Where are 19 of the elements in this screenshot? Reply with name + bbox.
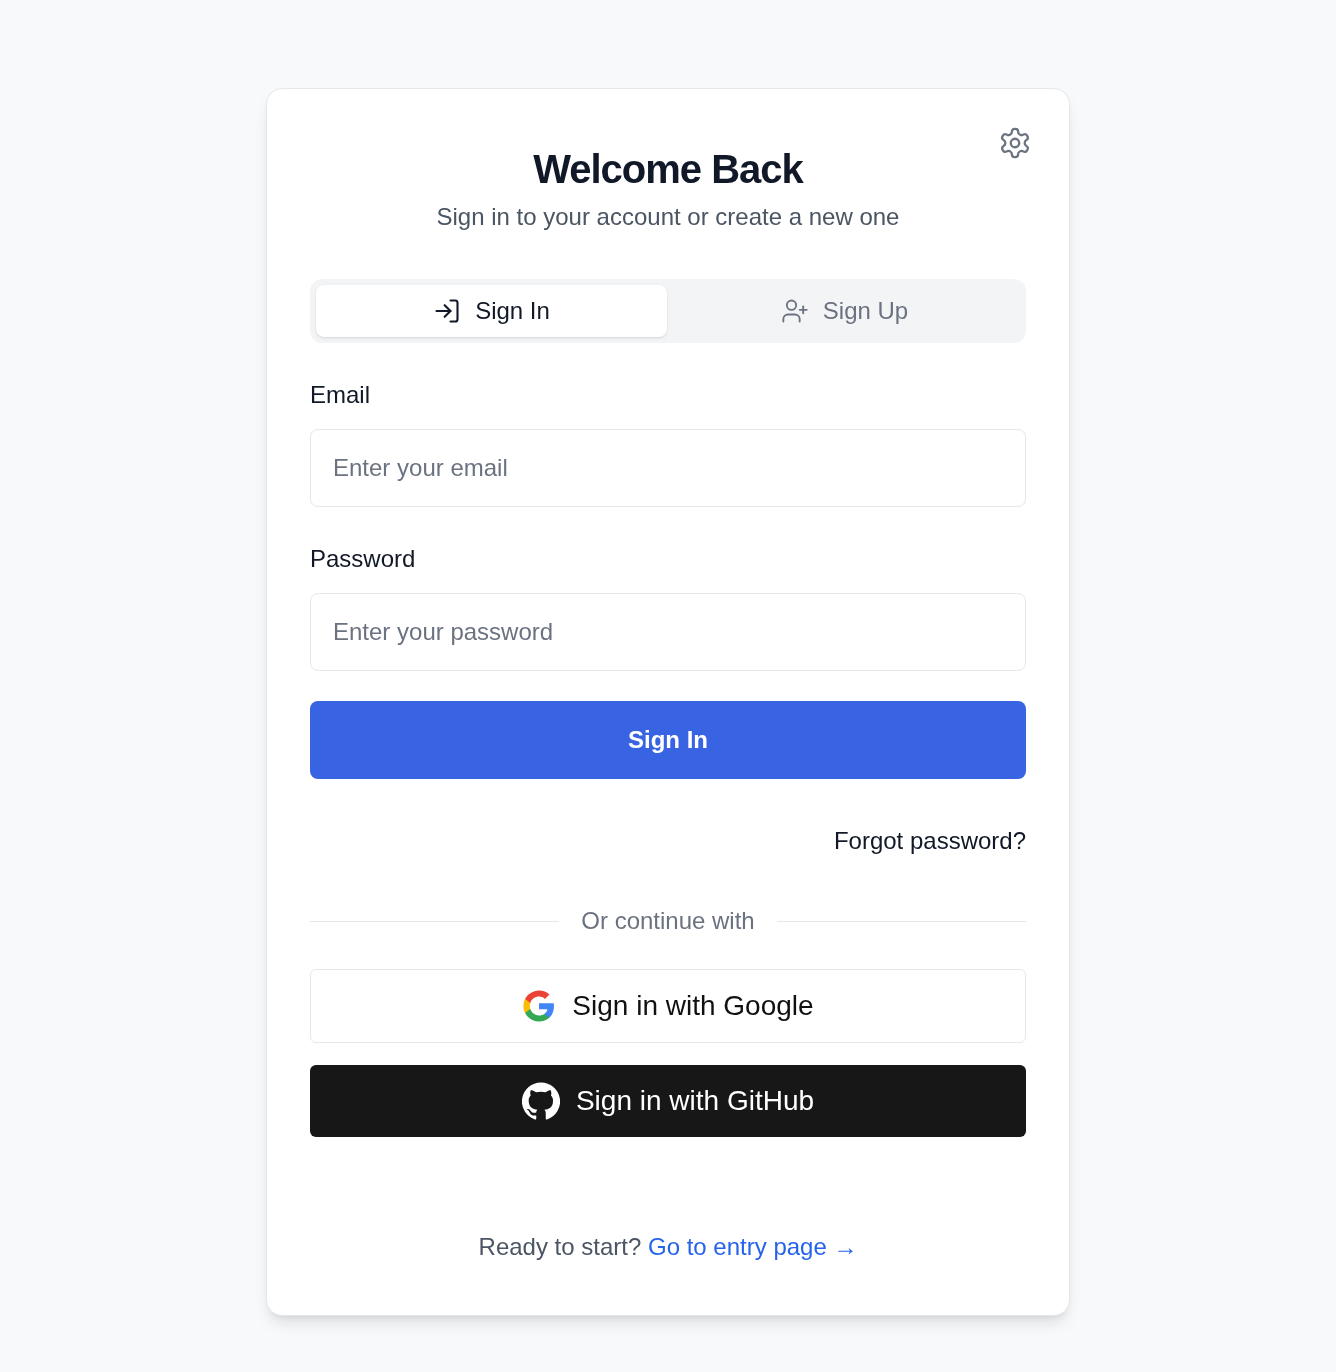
field-label: Email bbox=[310, 381, 371, 409]
title: Welcome Back bbox=[532, 146, 805, 193]
footer-text: Ready to start? Go to entry page → bbox=[477, 1232, 859, 1262]
github-sign-in-button[interactable]: Sign in with GitHub bbox=[310, 1065, 1026, 1137]
entry-page-link[interactable]: Go to entry page → bbox=[648, 1233, 858, 1260]
forgot-password-link[interactable]: Forgot password? bbox=[833, 827, 1026, 855]
user-plus-icon bbox=[780, 297, 809, 325]
password-field[interactable]: Enter your password bbox=[310, 593, 1026, 671]
sign-in-icon bbox=[433, 297, 462, 325]
tab[interactable]: Sign Up bbox=[669, 285, 1020, 337]
field-label: Password bbox=[310, 545, 417, 573]
divider-label: Or continue with bbox=[581, 906, 755, 936]
cat-silhouette-icon bbox=[521, 1082, 560, 1120]
email-field[interactable]: Enter your email bbox=[310, 429, 1026, 507]
google-sign-in-button[interactable]: Sign in with Google bbox=[310, 969, 1026, 1043]
tab[interactable]: Sign In bbox=[316, 285, 667, 337]
google-logo-icon bbox=[522, 989, 557, 1023]
sign-in-button[interactable]: Sign In bbox=[310, 701, 1026, 779]
subtitle: Sign in to your account or create a new one bbox=[435, 202, 901, 232]
